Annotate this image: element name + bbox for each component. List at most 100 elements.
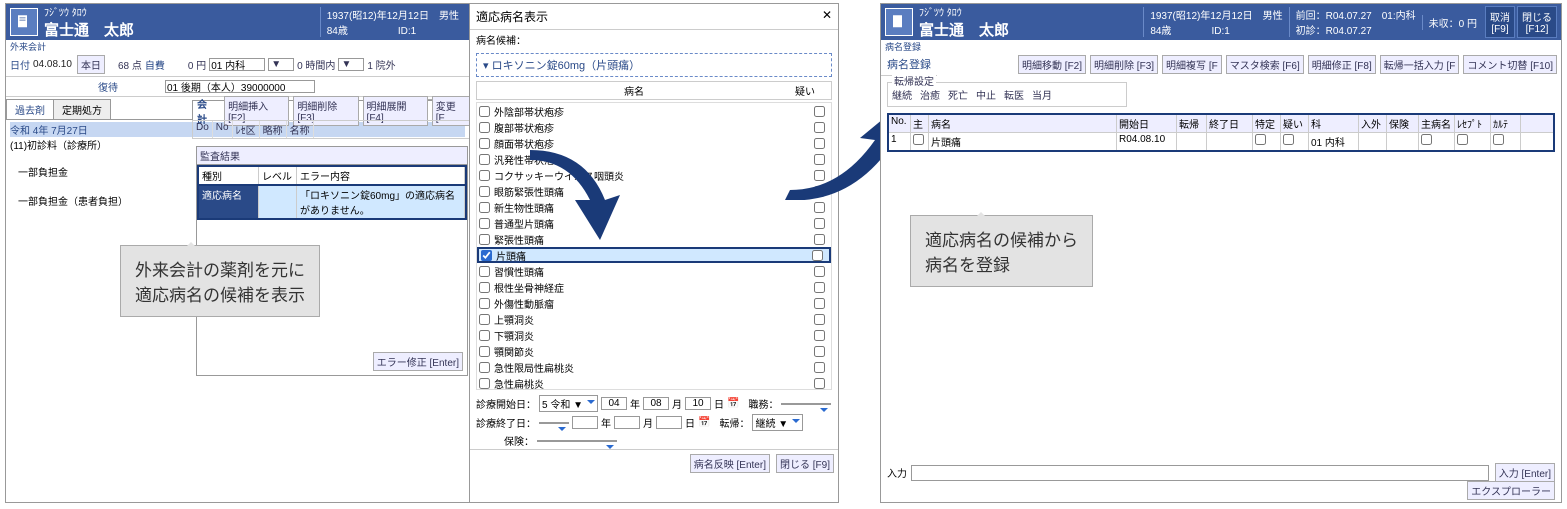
tenki-option[interactable]: 治癒 (920, 91, 940, 102)
tenki-option[interactable]: 死亡 (948, 91, 968, 102)
disease-item[interactable]: 根性坐骨神経症 (477, 279, 831, 295)
disease-checkbox[interactable] (479, 298, 490, 309)
utagai-checkbox[interactable] (814, 266, 825, 277)
day-input[interactable] (685, 397, 711, 410)
func-button[interactable]: 明細移動 [F2] (1018, 55, 1086, 74)
input-field[interactable] (911, 465, 1489, 481)
end-year-input[interactable] (572, 416, 598, 429)
utagai-checkbox[interactable] (814, 378, 825, 389)
tenki-select[interactable]: 継続 ▼ (752, 414, 803, 431)
disease-checkbox[interactable] (479, 122, 490, 133)
disease-checkbox[interactable] (481, 250, 492, 261)
tenki-option[interactable]: 継続 (892, 91, 912, 102)
cell-checkbox[interactable] (1255, 134, 1266, 145)
kansa-row[interactable]: 適応病名 「ロキソニン錠60mg」の適応病名がありません。 (197, 186, 467, 220)
close-icon[interactable]: ✕ (822, 8, 832, 25)
tab-kakozai[interactable]: 過去剤 (6, 99, 54, 119)
func-button[interactable]: 明細修正 [F8] (1308, 55, 1376, 74)
tenki-option[interactable]: 当月 (1032, 91, 1052, 102)
year-unit: 年 (630, 396, 640, 411)
disease-checkbox[interactable] (479, 218, 490, 229)
disease-checkbox[interactable] (479, 234, 490, 245)
disease-item[interactable]: 急性扁桃炎 (477, 375, 831, 390)
prev-visit: 前回：R04.07.27 01:内科 (1296, 7, 1416, 22)
cancel-button[interactable]: 取消 [F9] (1485, 6, 1515, 38)
sex: 男性 (439, 11, 459, 22)
tenki-option[interactable]: 転医 (1004, 91, 1024, 102)
cell-checkbox[interactable] (913, 134, 924, 145)
func-button[interactable]: 明細削除 [F3] (1090, 55, 1158, 74)
cell-checkbox[interactable] (1493, 134, 1504, 145)
func-button[interactable]: コメント切替 [F10] (1463, 55, 1557, 74)
disease-item[interactable]: 下顎洞炎 (477, 327, 831, 343)
disease-checkbox[interactable] (479, 362, 490, 373)
close-window-button[interactable]: 閉じる [F12] (1517, 6, 1557, 38)
cell-checkbox[interactable] (1283, 134, 1294, 145)
disease-item[interactable]: 外陰部帯状疱疹 (477, 103, 831, 119)
disease-checkbox[interactable] (479, 330, 490, 341)
today-button[interactable]: 本日 (77, 55, 105, 74)
drug-name[interactable]: ▾ ロキソニン錠60mg（片頭痛） (476, 53, 832, 77)
func-button[interactable]: 明細複写 [F (1162, 55, 1222, 74)
disease-checkbox[interactable] (479, 170, 490, 181)
kaikei-headers: Do No ﾚｾ区 略称 名称 (192, 120, 470, 139)
disease-checkbox[interactable] (479, 346, 490, 357)
calendar-icon[interactable]: 📅 (727, 398, 739, 409)
disease-checkbox[interactable] (479, 202, 490, 213)
disease-checkbox[interactable] (479, 314, 490, 325)
insurance-input[interactable] (165, 80, 315, 93)
tenki-option[interactable]: 中止 (976, 91, 996, 102)
disease-item[interactable]: 顔面帯状疱疹 (477, 135, 831, 151)
utagai-checkbox[interactable] (814, 218, 825, 229)
cell-shu (1419, 133, 1455, 150)
disease-item[interactable]: 腹部帯状疱疹 (477, 119, 831, 135)
cell-checkbox[interactable] (1457, 134, 1468, 145)
utagai-checkbox[interactable] (814, 314, 825, 325)
disease-checkbox[interactable] (479, 186, 490, 197)
utagai-checkbox[interactable] (812, 250, 823, 261)
utagai-checkbox[interactable] (814, 330, 825, 341)
utagai-checkbox[interactable] (814, 362, 825, 373)
func-button[interactable]: マスタ検索 [F6] (1226, 55, 1304, 74)
disease-item[interactable]: 顎関節炎 (477, 343, 831, 359)
calendar-icon-2[interactable]: 📅 (698, 417, 710, 428)
end-day-input[interactable] (656, 416, 682, 429)
utagai-checkbox[interactable] (814, 202, 825, 213)
time-dropdown[interactable]: ▼ (338, 58, 364, 71)
month-input[interactable] (643, 397, 669, 410)
disease-checkbox[interactable] (479, 282, 490, 293)
close-button[interactable]: 閉じる [F9] (776, 454, 834, 473)
cell-checkbox[interactable] (1421, 134, 1432, 145)
dept-input[interactable] (209, 58, 265, 71)
era-select[interactable]: 5 令和 ▼ (539, 395, 598, 412)
disease-item[interactable]: 上顎洞炎 (477, 311, 831, 327)
disease-checkbox[interactable] (479, 154, 490, 165)
explorer-button[interactable]: エクスプローラー (1467, 481, 1555, 500)
utagai-checkbox[interactable] (814, 282, 825, 293)
disease-checkbox[interactable] (479, 138, 490, 149)
disease-checkbox[interactable] (479, 266, 490, 277)
disease-item[interactable]: 外傷性動脈瘤 (477, 295, 831, 311)
error-fix-button[interactable]: エラー修正 [Enter] (373, 352, 463, 371)
disease-item[interactable]: 習慣性頭痛 (477, 263, 831, 279)
shokumu-select[interactable] (781, 403, 831, 405)
disease-checkbox[interactable] (479, 106, 490, 117)
tab-teiki[interactable]: 定期処方 (53, 99, 111, 119)
input-button[interactable]: 入力 [Enter] (1495, 463, 1555, 482)
disease-name: 上顎洞炎 (494, 312, 534, 327)
dept-dropdown[interactable]: ▼ (268, 58, 294, 71)
func-button[interactable]: 転帰一括入力 [F (1380, 55, 1460, 74)
utagai-checkbox[interactable] (814, 346, 825, 357)
callout-text-r: 適応病名の候補から 病名を登録 (925, 231, 1078, 275)
end-month-input[interactable] (614, 416, 640, 429)
tenki-label: 転帰： (719, 415, 749, 430)
hoken-select[interactable] (537, 440, 617, 442)
disease-item[interactable]: 急性限局性扁桃炎 (477, 359, 831, 375)
table-row[interactable]: 1片頭痛R04.08.1001 内科 (889, 133, 1553, 150)
year-input[interactable] (601, 397, 627, 410)
utagai-checkbox[interactable] (814, 298, 825, 309)
utagai-checkbox[interactable] (814, 234, 825, 245)
end-era-select[interactable] (539, 422, 569, 424)
disease-checkbox[interactable] (479, 378, 490, 389)
apply-button[interactable]: 病名反映 [Enter] (690, 454, 770, 473)
